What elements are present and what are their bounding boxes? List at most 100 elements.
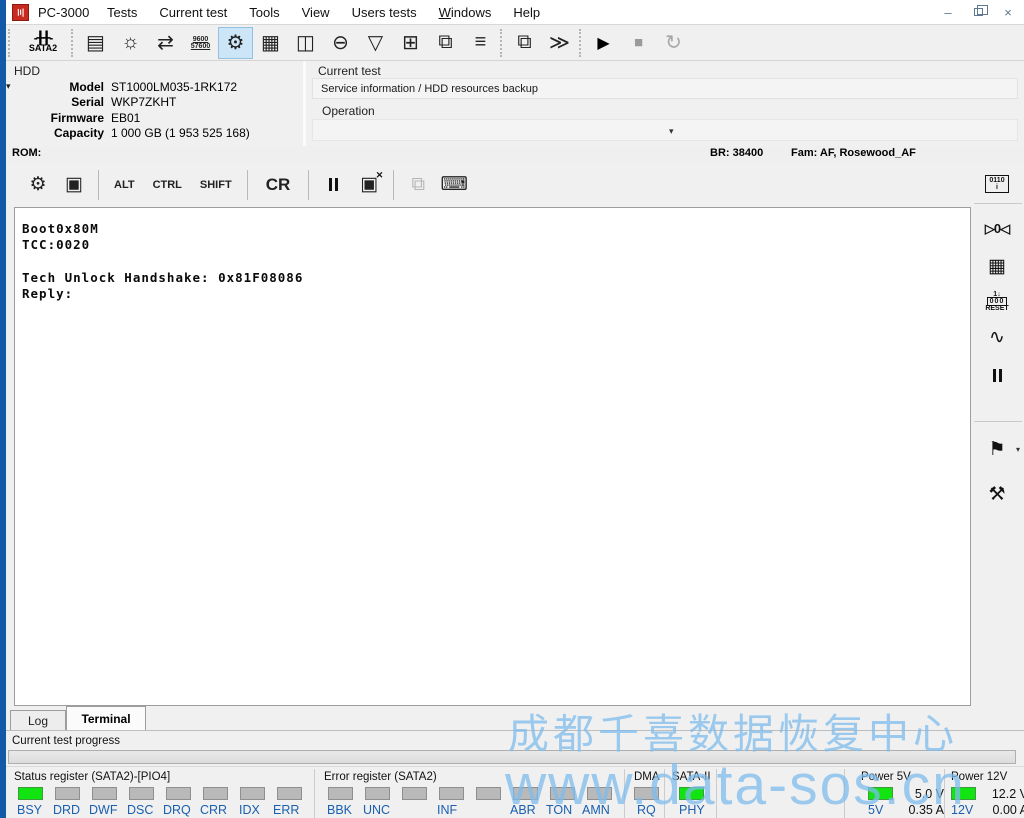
- baudrate-button[interactable]: 960057600: [183, 27, 218, 59]
- close-button[interactable]: ×: [996, 3, 1020, 21]
- tools-button[interactable]: ⚒: [976, 478, 1018, 510]
- menu-windows[interactable]: Windows: [428, 1, 503, 24]
- windows-button[interactable]: ⧉: [507, 27, 542, 59]
- database-button[interactable]: ⊖: [323, 27, 358, 59]
- keyboard-button[interactable]: ⌨: [436, 168, 472, 202]
- led-ton: [550, 787, 575, 800]
- chevron-down-icon[interactable]: ▾: [1016, 445, 1020, 454]
- surface-grid-button[interactable]: ⊞: [393, 27, 428, 59]
- tab-terminal[interactable]: Terminal: [66, 706, 146, 731]
- error-register-group: Error register (SATA2) BBK UNC INF ABR T…: [316, 767, 622, 818]
- structure-button[interactable]: ⧉: [428, 27, 463, 59]
- sata-group: SATA-II PHY: [666, 767, 714, 818]
- device-button[interactable]: ◫: [288, 27, 323, 59]
- script-info-button[interactable]: 0110i: [976, 168, 1018, 200]
- current-test-title: Current test: [318, 64, 381, 78]
- toolbar-grip[interactable]: [579, 29, 584, 57]
- utility-backup-button-active[interactable]: ⚙: [218, 27, 253, 59]
- led-label: INF: [437, 803, 457, 817]
- ctrl-key-button[interactable]: CTRL: [144, 168, 191, 202]
- copy-button[interactable]: ⧉: [400, 168, 436, 202]
- hdd-field-capacity: Capacity 1 000 GB (1 953 525 168): [16, 126, 250, 142]
- progress-label: Current test progress: [12, 735, 120, 747]
- tabs-divider: [6, 730, 1024, 731]
- power-5v-voltage: 5.0 V: [884, 787, 944, 801]
- exchange-button[interactable]: ⇄: [148, 27, 183, 59]
- statusbar-separator: [844, 769, 845, 818]
- led-label: CRR: [200, 803, 227, 817]
- task-list-button[interactable]: ↻: [656, 27, 691, 59]
- stop-logging-button[interactable]: ▣✕: [351, 168, 387, 202]
- compression-icon: ▷0◁: [985, 221, 1009, 237]
- run-user-icon: ≫: [549, 30, 570, 55]
- hdd-dropdown-icon[interactable]: ▾: [6, 81, 11, 92]
- funnel-icon: ▽: [368, 30, 383, 55]
- hdd-panel: HDD ▾ Model ST1000LM035-1RK172 Serial WK…: [6, 61, 302, 146]
- chip-icon: ▦: [261, 30, 280, 55]
- script-list-button[interactable]: ≡: [463, 27, 498, 59]
- pc3000-window: 〣 PC-3000 Tests Current test Tools View …: [0, 0, 1024, 818]
- hdd-field-serial: Serial WKP7ZKHT: [16, 95, 250, 111]
- dma-group: DMA RQ: [626, 767, 662, 818]
- led-label: ERR: [273, 803, 299, 817]
- toolbar-grip[interactable]: [500, 29, 505, 57]
- run-user-test-button[interactable]: ≫: [542, 27, 577, 59]
- chip-button[interactable]: ▦: [253, 27, 288, 59]
- power-5v-group: Power 5V 5V 5.0 V 0.35 A: [846, 767, 942, 818]
- stop-test-button[interactable]: ■: [621, 27, 656, 59]
- menu-view[interactable]: View: [291, 1, 341, 24]
- menu-current-test[interactable]: Current test: [148, 1, 238, 24]
- terminal-settings-button[interactable]: ⚙: [20, 168, 56, 202]
- menu-users-tests[interactable]: Users tests: [341, 1, 428, 24]
- terminal-output[interactable]: Boot0x80M TCC:0020 Tech Unlock Handshake…: [14, 207, 971, 706]
- pause-icon: [993, 369, 1002, 382]
- sidebar-separator: [974, 203, 1022, 204]
- field-value: ST1000LM035-1RK172: [111, 80, 237, 94]
- led-unc: [365, 787, 390, 800]
- toolbar-grip[interactable]: [8, 29, 13, 57]
- menubar: Tests Current test Tools View Users test…: [96, 0, 551, 25]
- toolbar-grip[interactable]: [71, 29, 76, 57]
- hdd-panel-title: HDD: [14, 64, 40, 78]
- tab-log[interactable]: Log: [10, 710, 66, 730]
- defect-funnel-button[interactable]: ▽: [358, 27, 393, 59]
- restore-button[interactable]: [966, 3, 990, 21]
- sata2-port-button[interactable]: -╂╂- SATA2: [17, 27, 69, 59]
- minimize-button[interactable]: –: [936, 3, 960, 21]
- power-12v-title: Power 12V: [951, 771, 1007, 783]
- hdd-field-firmware: Firmware EB01: [16, 110, 250, 126]
- menu-tests[interactable]: Tests: [96, 1, 148, 24]
- rom-bar: ROM: BR: 38400 Fam: AF, Rosewood_AF: [6, 146, 1024, 163]
- flags-button[interactable]: ⚑ ▾: [976, 433, 1018, 465]
- led-inf: [439, 787, 464, 800]
- operation-dropdown[interactable]: ▾: [312, 119, 1018, 141]
- app-icon: 〣: [12, 4, 29, 21]
- compression-button[interactable]: ▷0◁: [976, 213, 1018, 245]
- menu-tools[interactable]: Tools: [238, 1, 290, 24]
- sata-title: SATA-II: [672, 771, 711, 783]
- statusbar-separator: [716, 769, 717, 818]
- terminal-line: TCC:0020: [22, 237, 970, 253]
- tools-icon: ⚒: [988, 483, 1005, 506]
- cr-button[interactable]: CR: [254, 168, 303, 202]
- pcb-button[interactable]: ▦: [976, 250, 1018, 282]
- port-bus-icon: -╂╂-: [34, 33, 52, 43]
- oscillogram-button[interactable]: ∿: [976, 321, 1018, 353]
- report-button[interactable]: ▤: [78, 27, 113, 59]
- error-register-title: Error register (SATA2): [324, 771, 437, 783]
- chevron-down-icon[interactable]: ▾: [669, 126, 674, 137]
- statusbar-separator: [664, 769, 665, 818]
- reset-counter-button[interactable]: 1↓ 000 RESET: [976, 285, 1018, 317]
- resource-lamp-button[interactable]: ☼: [113, 27, 148, 59]
- stop-icon: ■: [634, 34, 643, 51]
- terminal-toolbar: ⚙ ▣ ALT CTRL SHIFT CR ▣✕ ⧉ ⌨: [6, 163, 972, 206]
- grid-icon: ⊞: [402, 30, 419, 55]
- shift-key-button[interactable]: SHIFT: [191, 168, 241, 202]
- menu-help[interactable]: Help: [502, 1, 551, 24]
- pause-side-button[interactable]: [976, 359, 1018, 391]
- alt-key-button[interactable]: ALT: [105, 168, 144, 202]
- pause-terminal-button[interactable]: [315, 168, 351, 202]
- save-log-button[interactable]: ▣: [56, 168, 92, 202]
- start-test-button[interactable]: ▶: [586, 27, 621, 59]
- port-label: SATA2: [29, 43, 57, 53]
